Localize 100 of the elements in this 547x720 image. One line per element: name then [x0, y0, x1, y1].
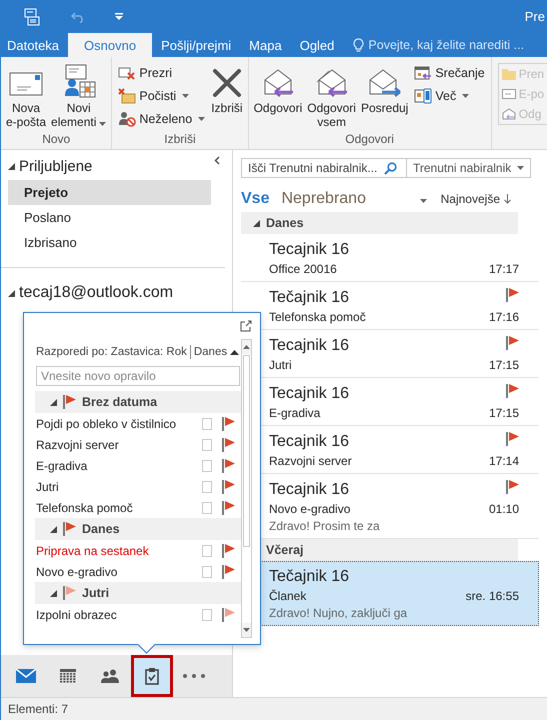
meeting-icon [414, 65, 432, 81]
status-text: Elementi: 7 [8, 702, 68, 716]
caret-icon [99, 122, 106, 126]
task-title[interactable]: Telefonska pomoč [36, 500, 202, 514]
section-title: Priljubljene [19, 158, 92, 174]
nav-button[interactable] [131, 655, 173, 697]
task-checkbox[interactable] [202, 438, 212, 450]
task-title[interactable]: Izpolni obrazec [36, 608, 202, 622]
task-title[interactable]: Razvojni server [36, 438, 202, 452]
mail-icon [16, 669, 36, 683]
filter-tab[interactable]: Neprebrano [281, 190, 378, 208]
task-group-header: Brez datuma [82, 395, 158, 409]
message-time: 17:14 [488, 454, 519, 468]
sender-name: Tecajnik 16 [269, 433, 350, 451]
flag-icon [222, 544, 235, 558]
ribbon-button[interactable]: Počisti [115, 85, 208, 107]
search-icon [384, 162, 397, 174]
task-checkbox[interactable] [202, 460, 212, 472]
ribbon-tab[interactable]: Datoteka [1, 33, 68, 57]
scope-dropdown[interactable]: Trenutni nabiralnik [407, 158, 531, 178]
task-title[interactable]: Jutri [36, 480, 202, 494]
task-checkbox[interactable] [202, 608, 212, 620]
caret-icon [462, 94, 470, 98]
new-task-field[interactable]: Vnesite novo opravilo [36, 366, 240, 386]
ribbon-button[interactable]: Več [411, 85, 488, 107]
group-label: Odgovori [344, 132, 395, 148]
customize-icon[interactable] [113, 10, 125, 22]
arrange-by-label[interactable]: Razporedi po: Zastavica: Rok [36, 346, 187, 358]
ribbon-button[interactable]: Nova e-pošta [4, 59, 48, 132]
task-checkbox[interactable] [202, 480, 212, 492]
group-label: Novo [41, 132, 72, 148]
collapse-triangle-icon[interactable] [50, 398, 57, 406]
message-time: 17:17 [488, 262, 519, 276]
expand-triangle-icon[interactable] [8, 162, 15, 170]
message-preview: Zdravo! Nujno, zaključi ga [269, 606, 408, 620]
more-actions-icon [414, 88, 432, 104]
task-checkbox[interactable] [202, 418, 212, 430]
scroll-up-icon[interactable] [243, 345, 250, 349]
ribbon-button[interactable]: Prezri [115, 62, 208, 84]
reply-all-icon [314, 68, 349, 98]
ribbon-button[interactable]: Odgovori vsem [305, 59, 358, 132]
collapse-icon[interactable] [214, 156, 220, 165]
ribbon-button[interactable]: Posreduj [358, 59, 410, 132]
flag-icon [222, 458, 235, 472]
quick-step-label: Odg [518, 106, 542, 121]
more-icon [183, 674, 205, 678]
ribbon-button[interactable]: Izbriši [209, 59, 245, 132]
ribbon-button[interactable]: Neželeno [115, 108, 208, 130]
account-name: tecaj18@outlook.com [19, 284, 174, 302]
junk-icon [118, 111, 136, 127]
filter-menu-icon [420, 199, 427, 203]
quick-step-label: E-po [518, 87, 544, 101]
filter-tab[interactable]: Vse [241, 190, 282, 208]
task-group-header: Danes [82, 522, 120, 536]
collapse-triangle-icon[interactable] [50, 526, 57, 532]
task-title[interactable]: Pojdi po obleko v čistilnico [36, 416, 202, 430]
message-time: 17:15 [488, 406, 519, 420]
message-time: 17:16 [488, 310, 519, 324]
tell-me-field[interactable]: Povejte, kaj želite narediti ... [368, 38, 538, 52]
ribbon-button[interactable]: Odgovori [252, 59, 304, 132]
message-time: 01:10 [488, 502, 519, 516]
pop-out-icon[interactable] [240, 320, 252, 332]
scrollbar[interactable] [241, 339, 252, 638]
caret-icon [517, 166, 524, 170]
task-checkbox[interactable] [202, 566, 212, 578]
message-preview: Zdravo! Prosim te za [269, 519, 381, 533]
flag-icon [222, 500, 235, 514]
ribbon-tab[interactable]: Pošlji/prejmi [152, 33, 240, 57]
collapse-triangle-icon[interactable] [50, 590, 57, 596]
task-group-header: Jutri [82, 586, 110, 600]
collapse-triangle-icon[interactable] [253, 220, 260, 226]
group-label: Izbriši [163, 132, 197, 148]
message-time: sre. 16:55 [466, 589, 519, 603]
task-title[interactable]: Priprava na sestanek [36, 544, 202, 558]
expand-triangle-icon[interactable] [8, 290, 15, 296]
folder-item[interactable]: Poslano [8, 205, 211, 230]
task-title[interactable]: E-gradiva [36, 458, 202, 472]
flag-icon [506, 336, 519, 350]
sort-button[interactable]: Najnovejše [440, 192, 511, 206]
sender-name: Tecajnik 16 [269, 385, 350, 403]
folder-item[interactable]: Izbrisano [8, 230, 211, 255]
message-subject: Novo e-gradivo [269, 502, 350, 516]
order-label[interactable]: Danes [194, 346, 228, 358]
flag-icon [222, 416, 235, 430]
sender-name: Tecajnik 16 [269, 481, 350, 499]
folder-icon [502, 68, 516, 80]
scroll-down-icon[interactable] [243, 628, 250, 632]
calendar-icon [60, 669, 76, 683]
sort-ascending-icon[interactable] [230, 350, 239, 354]
ribbon-button[interactable]: Srečanje [411, 62, 488, 84]
ribbon-tab[interactable]: Ogled [290, 33, 344, 57]
task-checkbox[interactable] [202, 502, 212, 514]
ribbon-tab[interactable]: Osnovno [68, 33, 152, 57]
search-field[interactable]: Išči Trenutni nabiralnik... [241, 158, 407, 178]
folder-item[interactable]: Prejeto [8, 180, 211, 205]
task-title[interactable]: Novo e-gradivo [36, 564, 202, 578]
ribbon-button[interactable]: Novi elementi [49, 59, 108, 132]
ribbon-tab[interactable]: Mapa [240, 33, 291, 57]
message-subject: Telefonska pomoč [269, 310, 366, 324]
task-checkbox[interactable] [202, 544, 212, 556]
